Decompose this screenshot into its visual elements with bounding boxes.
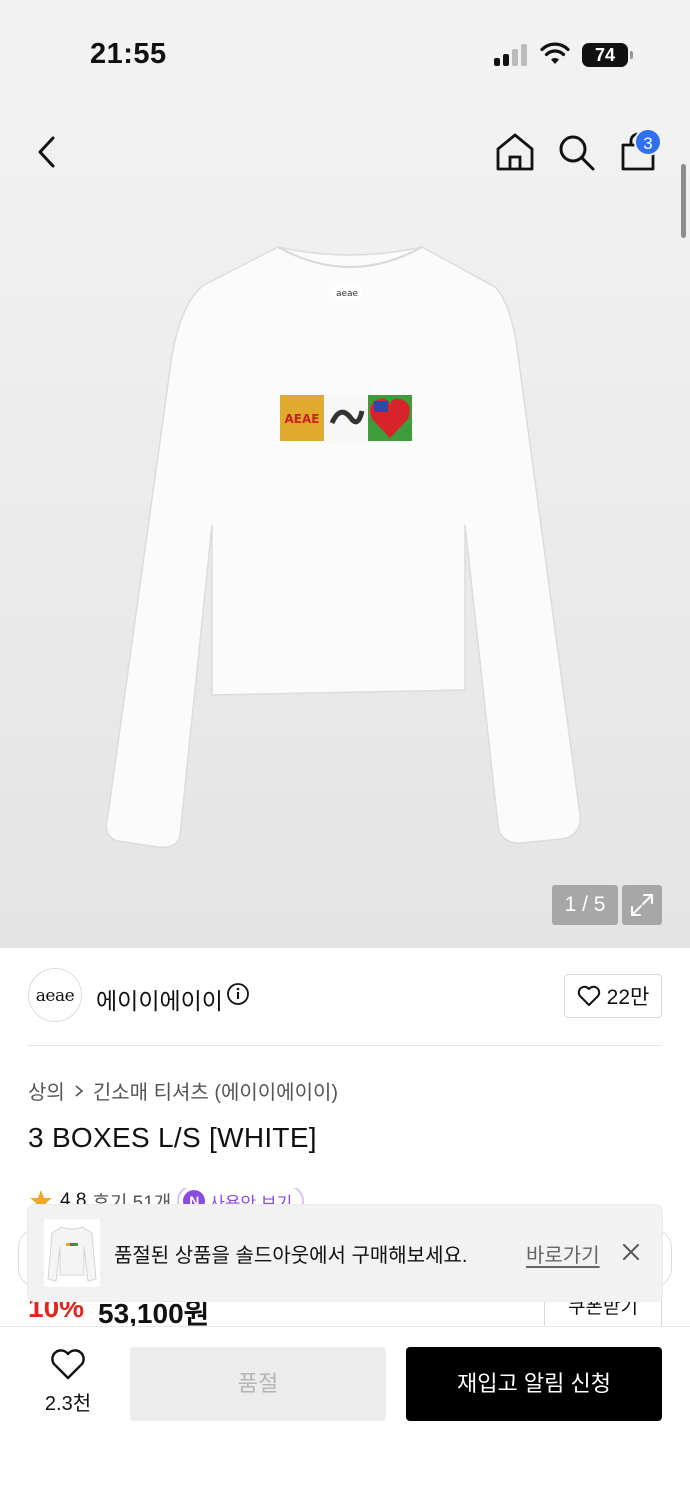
brand-name[interactable]: 에이이에이이 [96,982,223,1016]
svg-text:aeae: aeae [336,289,359,299]
divider [28,1045,662,1046]
cart-badge: 3 [634,128,662,156]
breadcrumb-subcategory[interactable]: 긴소매 티셔츠 (에이이에이이) [93,1076,338,1105]
wishlist-count: 2.3천 [44,1393,92,1415]
expand-icon[interactable] [622,885,662,925]
toast-product-thumbnail [44,1219,100,1287]
chevron-right-icon [75,1084,84,1097]
status-time: 21:55 [90,38,167,70]
home-icon[interactable] [493,130,537,174]
brand-row: aeae 에이이에이이 22만 [28,968,662,1026]
wifi-icon [540,42,570,64]
heart-icon [51,1349,85,1380]
back-icon[interactable] [26,130,70,174]
status-bar: 21:55 74 [0,0,690,100]
brand-logo[interactable]: aeae [28,968,82,1022]
soldout-toast: 품절된 상품을 솔드아웃에서 구매해보세요. 바로가기 [28,1205,662,1301]
svg-text:AEAE: AEAE [285,412,320,426]
battery-icon: 74 [582,43,633,67]
image-counter: 1 / 5 [552,885,618,925]
heart-icon [577,985,600,1006]
product-title: 3 BOXES L/S [WHITE] [28,1122,317,1153]
toast-message: 품절된 상품을 솔드아웃에서 구매해보세요. [114,1245,468,1267]
product-gallery[interactable]: aeae AEAE 1 / 5 [0,100,690,948]
toast-link[interactable]: 바로가기 [526,1239,600,1268]
wishlist-button[interactable]: 2.3천 [28,1349,108,1421]
restock-alert-button[interactable]: 재입고 알림 신청 [406,1347,662,1421]
bottom-action-bar: 2.3천 품절 재입고 알림 신청 [0,1326,690,1500]
product-image[interactable]: aeae AEAE [100,235,600,855]
brand-like-count: 22만 [606,986,650,1009]
soldout-button[interactable]: 품절 [130,1347,386,1421]
close-icon[interactable] [620,1241,642,1263]
search-icon[interactable] [554,130,598,174]
scroll-indicator[interactable] [681,164,686,238]
info-icon[interactable] [226,982,250,1006]
brand-like-button[interactable]: 22만 [564,974,662,1018]
breadcrumb: 상의 긴소매 티셔츠 (에이이에이이) [28,1076,338,1105]
breadcrumb-category[interactable]: 상의 [28,1076,65,1105]
signal-icon [494,44,530,66]
